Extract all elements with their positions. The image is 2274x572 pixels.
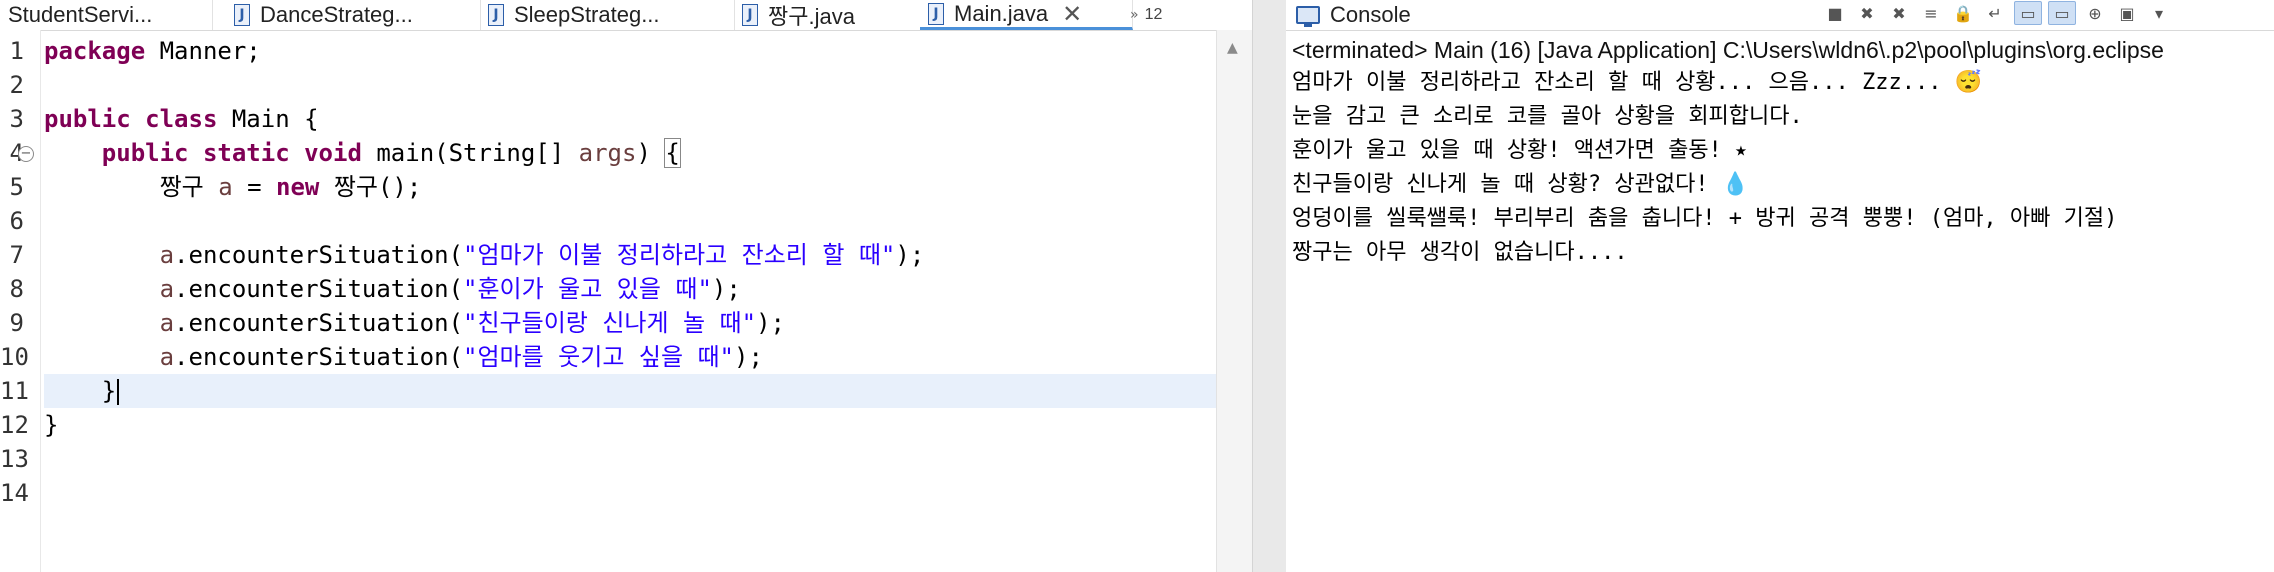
- java-file-icon: J: [928, 2, 944, 25]
- java-file-icon: J: [742, 4, 758, 26]
- line-number: 3: [9, 105, 24, 133]
- code-line: }: [44, 411, 59, 439]
- tab-main-java[interactable]: J Main.java ✕: [920, 0, 1133, 30]
- scroll-up-icon[interactable]: ▲: [1227, 40, 1238, 56]
- line-number: 12: [0, 411, 29, 439]
- tab-label: 짱구.java: [768, 4, 855, 29]
- show-on-stdout-icon[interactable]: ▭: [2014, 1, 2042, 25]
- line-number: 13: [0, 445, 29, 473]
- line-number: 8: [9, 275, 24, 303]
- line-number-gutter: 1 2 3 4 − 5 6 7 8 9 10 11 12 13 14: [0, 30, 41, 572]
- tab-student-service[interactable]: StudentServi...: [0, 0, 213, 30]
- code-line: public class Main {: [44, 105, 319, 133]
- tab-label: Console: [1330, 2, 1411, 27]
- console-output-line: 눈을 감고 큰 소리로 코를 골아 상황을 회피합니다.: [1292, 104, 1803, 129]
- console-icon: [1296, 6, 1320, 27]
- terminate-icon[interactable]: ■: [1822, 2, 1848, 24]
- console-process-header: <terminated> Main (16) [Java Application…: [1292, 37, 2164, 63]
- console-view[interactable]: Console ■ ✖ ✖ ≡ 🔒 ↵ ▭ ▭ ⊕ ▣ ▾ <terminate…: [1286, 0, 2274, 572]
- code-line: a.encounterSituation("훈이가 울고 있을 때");: [159, 275, 741, 303]
- code-text-area[interactable]: package Manner; public class Main { publ…: [44, 30, 1216, 572]
- tab-label: SleepStrateg...: [514, 2, 660, 27]
- tab-overflow-count: 12: [1144, 6, 1163, 23]
- matching-bracket: {: [664, 138, 681, 168]
- line-number: 5: [9, 173, 24, 201]
- chevron-right-icon: »: [1130, 7, 1139, 23]
- line-number: 7: [9, 241, 24, 269]
- code-line: package Manner;: [44, 37, 261, 65]
- code-line: a.encounterSituation("엄마를 웃기고 싶을 때");: [159, 343, 763, 371]
- code-line: public static void main(String[] args) {: [101, 138, 681, 168]
- code-line: a.encounterSituation("엄마가 이불 정리하라고 잔소리 할…: [159, 241, 925, 269]
- word-wrap-icon[interactable]: ↵: [1982, 2, 2008, 24]
- console-output-line: 훈이가 울고 있을 때 상황! 액션가면 출동! ⭑: [1292, 138, 1747, 163]
- code-line: a.encounterSituation("친구들이랑 신나게 놀 때");: [159, 309, 785, 337]
- tab-jjanggu-java[interactable]: J 짱구.java: [734, 0, 923, 30]
- line-number: 9: [9, 309, 24, 337]
- scroll-lock-icon[interactable]: 🔒: [1950, 2, 1976, 24]
- tab-console[interactable]: Console: [1296, 0, 1411, 30]
- remove-all-terminated-icon[interactable]: ✖: [1886, 2, 1912, 24]
- console-output-line: 엄마가 이불 정리하라고 잔소리 할 때 상황... 으음... Zzz... …: [1292, 70, 1983, 95]
- console-toolbar: ■ ✖ ✖ ≡ 🔒 ↵ ▭ ▭ ⊕ ▣ ▾: [1822, 0, 2172, 26]
- code-editor[interactable]: StudentServi... J DanceStrateg... J Slee…: [0, 0, 1253, 572]
- chevron-down-icon[interactable]: ▾: [2146, 2, 2172, 24]
- tab-dance-strategy[interactable]: J DanceStrateg...: [226, 0, 481, 30]
- remove-launch-icon[interactable]: ✖: [1854, 2, 1880, 24]
- console-output-line: 엉덩이를 씰룩쌜룩! 부리부리 춤을 춥니다! + 방귀 공격 뿡뿡! (엄마,…: [1292, 206, 2118, 231]
- close-icon[interactable]: ✕: [1062, 0, 1082, 27]
- pin-console-icon[interactable]: ⊕: [2082, 2, 2108, 24]
- code-line: 짱구 a = new 짱구();: [159, 173, 422, 201]
- tab-label: DanceStrateg...: [260, 2, 413, 27]
- tab-sleep-strategy[interactable]: J SleepStrateg...: [480, 0, 735, 30]
- java-file-icon: J: [234, 4, 250, 26]
- tab-label: StudentServi...: [8, 2, 153, 27]
- pane-splitter[interactable]: [1252, 0, 1288, 572]
- show-on-stderr-icon[interactable]: ▭: [2048, 1, 2076, 25]
- java-file-icon: J: [488, 4, 504, 26]
- tab-label: Main.java: [954, 0, 1049, 26]
- display-console-icon[interactable]: ▣: [2114, 2, 2140, 24]
- line-number: 11: [0, 377, 29, 405]
- console-tab-bar: Console ■ ✖ ✖ ≡ 🔒 ↵ ▭ ▭ ⊕ ▣ ▾: [1286, 0, 2274, 31]
- current-code-line: }: [44, 374, 1216, 408]
- console-output-line: 친구들이랑 신나게 놀 때 상황? 상관없다! 💧: [1292, 172, 1750, 197]
- line-number: 6: [9, 207, 24, 235]
- editor-vertical-scrollbar[interactable]: ▲: [1216, 30, 1253, 572]
- text-caret: [117, 379, 120, 405]
- tab-overflow-button[interactable]: » 12: [1130, 0, 1162, 30]
- line-number: 2: [9, 71, 24, 99]
- line-number: 14: [0, 479, 29, 507]
- editor-tab-bar: StudentServi... J DanceStrateg... J Slee…: [0, 0, 1252, 31]
- line-number: 1: [9, 37, 24, 65]
- line-number: 10: [0, 343, 29, 371]
- fold-collapse-icon[interactable]: −: [18, 146, 34, 162]
- clear-console-icon[interactable]: ≡: [1918, 2, 1944, 24]
- console-output-line: 짱구는 아무 생각이 없습니다....: [1292, 240, 1628, 265]
